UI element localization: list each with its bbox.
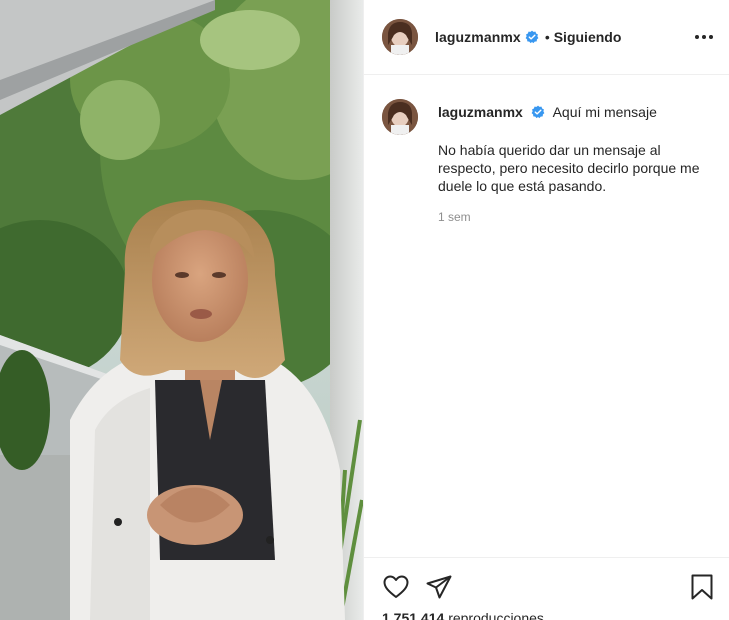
header-username[interactable]: laguzmanmx xyxy=(435,29,521,45)
caption-title: Aquí mi mensaje xyxy=(552,104,657,120)
post-timestamp[interactable]: 1 sem xyxy=(438,210,716,224)
header-separator: • xyxy=(544,29,550,45)
more-options-icon[interactable] xyxy=(692,27,716,47)
views-label: reproducciones xyxy=(448,610,544,620)
post-video[interactable] xyxy=(0,0,363,620)
post-header: laguzmanmx • Siguiendo xyxy=(364,0,729,75)
avatar-image xyxy=(382,99,418,135)
video-frame-illustration xyxy=(0,0,363,620)
post-actions: 1.751.414 reproducciones xyxy=(364,557,729,620)
caption-headline: laguzmanmx Aquí mi mensaje xyxy=(438,102,716,122)
verified-badge-icon xyxy=(525,30,539,44)
bookmark-icon[interactable] xyxy=(688,573,716,601)
views-number: 1.751.414 xyxy=(382,610,445,620)
post-caption: laguzmanmx Aquí mi mensaje No había quer… xyxy=(382,99,716,224)
caption-body: laguzmanmx Aquí mi mensaje No había quer… xyxy=(438,99,716,224)
following-button[interactable]: Siguiendo xyxy=(554,29,622,45)
views-count[interactable]: 1.751.414 reproducciones xyxy=(382,610,544,620)
post-details-panel: laguzmanmx • Siguiendo laguzmanmx Aquí m… xyxy=(363,0,729,620)
caption-username[interactable]: laguzmanmx xyxy=(438,104,523,120)
paper-plane-icon[interactable] xyxy=(425,573,453,601)
caption-author-avatar[interactable] xyxy=(382,99,418,135)
avatar-image xyxy=(382,19,418,55)
caption-text: No había querido dar un mensaje al respe… xyxy=(438,142,700,194)
author-avatar[interactable] xyxy=(382,19,418,55)
heart-icon[interactable] xyxy=(382,573,410,601)
instagram-post: laguzmanmx • Siguiendo laguzmanmx Aquí m… xyxy=(0,0,729,620)
verified-badge-icon xyxy=(531,105,545,119)
